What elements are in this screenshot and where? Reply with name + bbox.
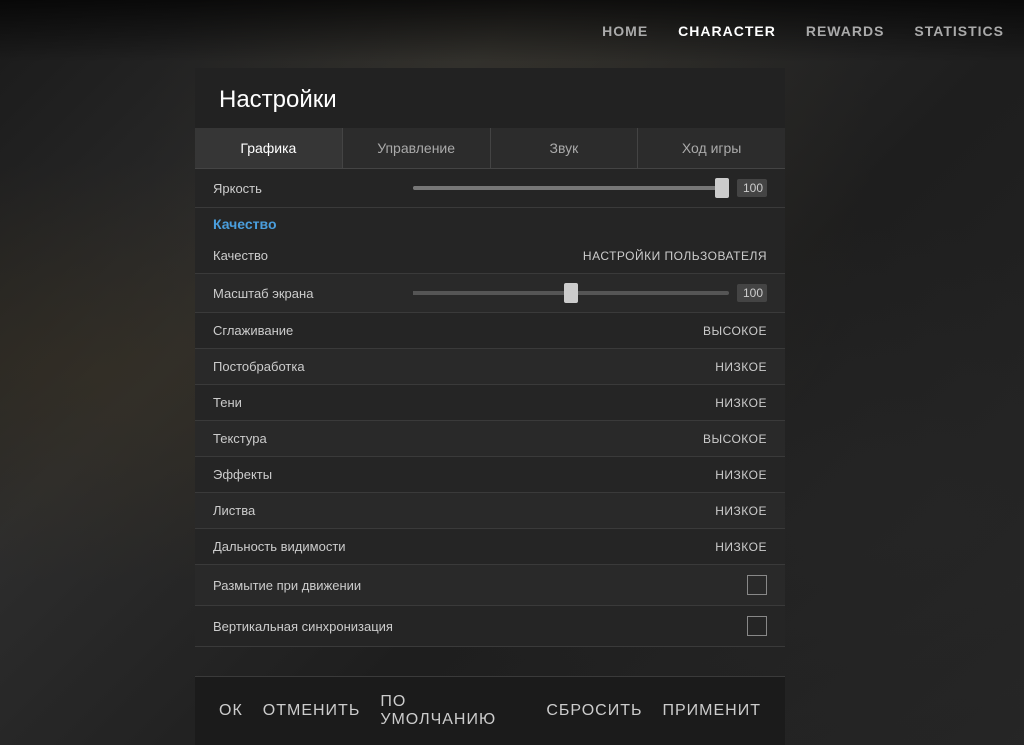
setting-row-vsync: Вертикальная синхронизация xyxy=(195,606,785,647)
nav-item-statistics[interactable]: STATISTICS xyxy=(914,23,1004,39)
settings-content: Яркость 100 Качество Качество НАСТРОЙКИ … xyxy=(195,169,785,647)
quality-section-title: Качество xyxy=(213,216,277,232)
setting-row-quality: Качество НАСТРОЙКИ ПОЛЬЗОВАТЕЛЯ xyxy=(195,238,785,274)
action-bar: ОК ОТМЕНИТЬ ПО УМОЛЧАНИЮ СБРОСИТЬ ПРИМЕН… xyxy=(195,676,785,745)
viewdist-label: Дальность видимости xyxy=(213,539,413,554)
setting-row-textures: Текстура ВЫСОКОЕ xyxy=(195,421,785,457)
shadows-label: Тени xyxy=(213,395,413,410)
setting-row-postprocess: Постобработка НИЗКОЕ xyxy=(195,349,785,385)
postprocess-value[interactable]: НИЗКОЕ xyxy=(715,360,767,374)
brightness-label: Яркость xyxy=(213,181,413,196)
setting-row-scale: Масштаб экрана 100 xyxy=(195,274,785,313)
brightness-row: Яркость 100 xyxy=(195,169,785,208)
postprocess-label: Постобработка xyxy=(213,359,413,374)
antialiasing-label: Сглаживание xyxy=(213,323,413,338)
textures-value[interactable]: ВЫСОКОЕ xyxy=(703,432,767,446)
quality-section-header: Качество xyxy=(195,208,785,238)
nav-items: HOME CHARACTER REWARDS STATISTICS xyxy=(602,23,1004,39)
setting-row-shadows: Тени НИЗКОЕ xyxy=(195,385,785,421)
effects-value[interactable]: НИЗКОЕ xyxy=(715,468,767,482)
tab-gameplay[interactable]: Ход игры xyxy=(638,128,785,168)
brightness-slider-container: 100 xyxy=(413,179,767,197)
tab-graphics[interactable]: Графика xyxy=(195,128,343,168)
reset-button[interactable]: СБРОСИТЬ xyxy=(546,702,642,720)
brightness-value: 100 xyxy=(737,179,767,197)
setting-row-foliage: Листва НИЗКОЕ xyxy=(195,493,785,529)
settings-title: Настройки xyxy=(195,68,785,128)
viewdist-value[interactable]: НИЗКОЕ xyxy=(715,540,767,554)
foliage-value[interactable]: НИЗКОЕ xyxy=(715,504,767,518)
brightness-thumb[interactable] xyxy=(715,178,729,198)
setting-row-effects: Эффекты НИЗКОЕ xyxy=(195,457,785,493)
vsync-checkbox[interactable] xyxy=(747,616,767,636)
tabs-container: Графика Управление Звук Ход игры xyxy=(195,128,785,169)
quality-label: Качество xyxy=(213,248,413,263)
tab-sound[interactable]: Звук xyxy=(491,128,639,168)
scale-thumb[interactable] xyxy=(564,283,578,303)
cancel-button[interactable]: ОТМЕНИТЬ xyxy=(263,702,361,720)
scale-slider-container: 100 xyxy=(413,284,767,302)
shadows-value[interactable]: НИЗКОЕ xyxy=(715,396,767,410)
textures-label: Текстура xyxy=(213,431,413,446)
settings-panel: Настройки Графика Управление Звук Ход иг… xyxy=(195,68,785,647)
quality-value[interactable]: НАСТРОЙКИ ПОЛЬЗОВАТЕЛЯ xyxy=(583,249,767,263)
setting-row-antialiasing: Сглаживание ВЫСОКОЕ xyxy=(195,313,785,349)
default-button[interactable]: ПО УМОЛЧАНИЮ xyxy=(380,693,526,729)
motionblur-label: Размытие при движении xyxy=(213,578,413,593)
setting-row-motionblur: Размытие при движении xyxy=(195,565,785,606)
nav-item-character[interactable]: CHARACTER xyxy=(678,23,776,39)
motionblur-checkbox[interactable] xyxy=(747,575,767,595)
effects-label: Эффекты xyxy=(213,467,413,482)
scale-label: Масштаб экрана xyxy=(213,286,413,301)
antialiasing-value[interactable]: ВЫСОКОЕ xyxy=(703,324,767,338)
vsync-label: Вертикальная синхронизация xyxy=(213,619,413,634)
scale-track[interactable] xyxy=(413,291,729,295)
brightness-track[interactable] xyxy=(413,186,729,190)
scale-value: 100 xyxy=(737,284,767,302)
ok-button[interactable]: ОК xyxy=(219,702,243,720)
top-nav: HOME CHARACTER REWARDS STATISTICS xyxy=(0,0,1024,62)
foliage-label: Листва xyxy=(213,503,413,518)
brightness-fill xyxy=(413,186,729,190)
scale-fill xyxy=(413,291,571,295)
nav-item-rewards[interactable]: REWARDS xyxy=(806,23,885,39)
setting-row-viewdist: Дальность видимости НИЗКОЕ xyxy=(195,529,785,565)
nav-item-home[interactable]: HOME xyxy=(602,23,648,39)
apply-button[interactable]: ПРИМЕНИТ xyxy=(663,702,762,720)
tab-controls[interactable]: Управление xyxy=(343,128,491,168)
